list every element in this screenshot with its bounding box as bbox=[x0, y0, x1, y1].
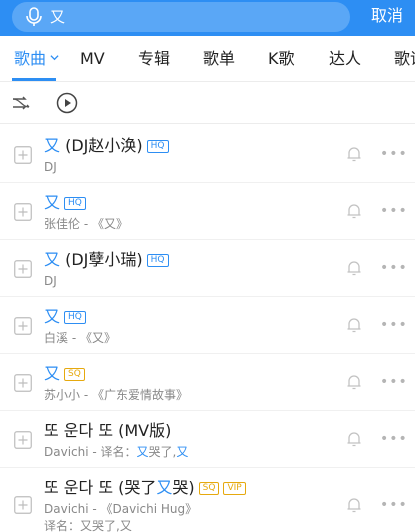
song-title: 又 (DJ赵小涣) HQ bbox=[44, 135, 169, 157]
song-translation: 译名：又哭了,又 bbox=[44, 519, 132, 532]
bell-icon[interactable] bbox=[345, 316, 363, 334]
active-tab-indicator bbox=[12, 78, 56, 81]
add-icon[interactable] bbox=[14, 260, 32, 278]
add-icon[interactable] bbox=[14, 146, 32, 164]
add-icon[interactable] bbox=[14, 496, 32, 514]
more-icon[interactable]: ••• bbox=[380, 260, 407, 276]
tab-experts[interactable]: 达人 bbox=[329, 36, 361, 81]
action-bar bbox=[0, 82, 415, 124]
sq-badge: SQ bbox=[198, 482, 220, 495]
shuffle-icon[interactable] bbox=[12, 93, 32, 113]
song-subtitle: 苏小小 - 《广东爱情故事》 bbox=[44, 388, 188, 402]
add-icon[interactable] bbox=[14, 317, 32, 335]
mic-icon[interactable] bbox=[24, 6, 44, 28]
vip-badge: VIP bbox=[223, 482, 246, 495]
tab-lyrics[interactable]: 歌词 bbox=[394, 36, 415, 81]
more-icon[interactable]: ••• bbox=[380, 374, 407, 390]
hq-badge: HQ bbox=[146, 254, 169, 267]
song-title: 또 운다 또 (MV版) bbox=[44, 421, 172, 440]
song-row[interactable]: 또 운다 또 (哭了又哭) SQ VIP Davichi - 《Davichi Hu… bbox=[0, 468, 415, 532]
bell-icon[interactable] bbox=[345, 496, 363, 514]
song-subtitle: Davichi - 《Davichi Hug》 bbox=[44, 502, 198, 516]
song-row[interactable]: 又 (DJ孽小瑞) HQ DJ ••• bbox=[0, 240, 415, 297]
add-icon[interactable] bbox=[14, 374, 32, 392]
add-icon[interactable] bbox=[14, 203, 32, 221]
more-icon[interactable]: ••• bbox=[380, 203, 407, 219]
song-subtitle: Davichi - 译名：又哭了,又 bbox=[44, 445, 189, 459]
song-row[interactable]: 又 (DJ赵小涣) HQ DJ ••• bbox=[0, 126, 415, 183]
bell-icon[interactable] bbox=[345, 373, 363, 391]
song-title: 又 HQ bbox=[44, 306, 86, 328]
tab-karaoke[interactable]: K歌 bbox=[268, 36, 295, 81]
song-title: 又 HQ bbox=[44, 192, 86, 214]
bell-icon[interactable] bbox=[345, 202, 363, 220]
category-tabs: 歌曲 MV 专辑 歌单 K歌 达人 歌词 bbox=[0, 36, 415, 82]
tab-albums[interactable]: 专辑 bbox=[138, 36, 170, 81]
more-icon[interactable]: ••• bbox=[380, 431, 407, 447]
song-subtitle: DJ bbox=[44, 274, 57, 288]
hq-badge: HQ bbox=[146, 140, 169, 153]
tab-songs[interactable]: 歌曲 bbox=[14, 36, 59, 81]
song-title: 또 운다 또 (哭了又哭) SQ VIP bbox=[44, 477, 246, 499]
song-row[interactable]: 또 운다 또 (MV版) Davichi - 译名：又哭了,又 ••• bbox=[0, 411, 415, 468]
song-subtitle: 白溪 - 《又》 bbox=[44, 331, 116, 345]
add-icon[interactable] bbox=[14, 431, 32, 449]
top-bar: 又 取消 bbox=[0, 0, 415, 36]
song-row[interactable]: 又 HQ 张佳伦 - 《又》 ••• bbox=[0, 183, 415, 240]
song-list: 又 (DJ赵小涣) HQ DJ ••• 又 HQ 张佳伦 - 《又》 ••• 又 (… bbox=[0, 126, 415, 532]
play-all-icon[interactable] bbox=[56, 92, 78, 114]
chevron-down-icon bbox=[50, 55, 59, 61]
sq-badge: SQ bbox=[64, 368, 85, 381]
tab-playlists[interactable]: 歌单 bbox=[203, 36, 235, 81]
more-icon[interactable]: ••• bbox=[380, 317, 407, 333]
song-row[interactable]: 又 SQ 苏小小 - 《广东爱情故事》 ••• bbox=[0, 354, 415, 411]
search-input[interactable]: 又 bbox=[50, 6, 65, 28]
hq-badge: HQ bbox=[64, 311, 86, 324]
more-icon[interactable]: ••• bbox=[380, 146, 407, 162]
song-subtitle: DJ bbox=[44, 160, 57, 174]
song-title: 又 (DJ孽小瑞) HQ bbox=[44, 249, 169, 271]
song-title: 又 SQ bbox=[44, 363, 85, 385]
more-icon[interactable]: ••• bbox=[380, 497, 407, 513]
tab-mv[interactable]: MV bbox=[80, 36, 105, 81]
song-subtitle: 张佳伦 - 《又》 bbox=[44, 217, 128, 231]
bell-icon[interactable] bbox=[345, 430, 363, 448]
bell-icon[interactable] bbox=[345, 145, 363, 163]
song-row[interactable]: 又 HQ 白溪 - 《又》 ••• bbox=[0, 297, 415, 354]
bell-icon[interactable] bbox=[345, 259, 363, 277]
cancel-button[interactable]: 取消 bbox=[371, 4, 403, 28]
hq-badge: HQ bbox=[64, 197, 86, 210]
search-box[interactable]: 又 bbox=[12, 2, 350, 32]
